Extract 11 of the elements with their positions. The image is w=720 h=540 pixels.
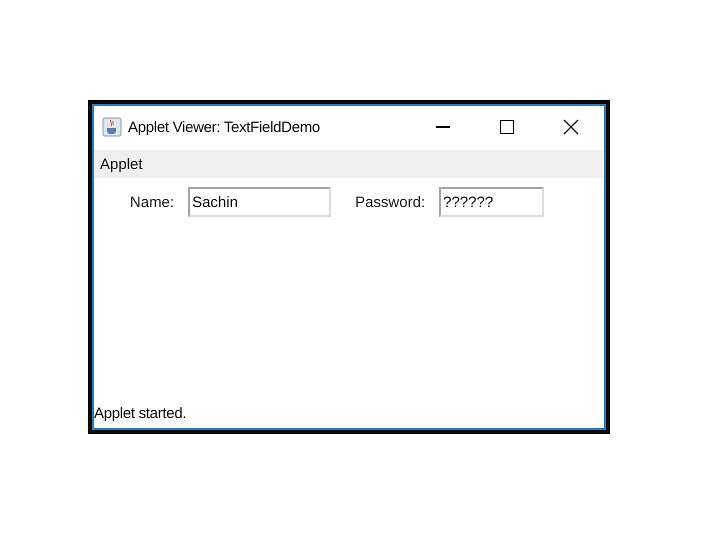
status-text: Applet started.: [93, 405, 188, 424]
text-field[interactable]: Sachin: [188, 187, 332, 217]
window-title: Applet Viewer: TextFieldDemo: [128, 118, 321, 136]
menu-item[interactable]: Applet: [100, 156, 143, 172]
close-icon: [563, 119, 579, 135]
text-field[interactable]: ??????: [439, 187, 544, 217]
minimize-icon: [436, 126, 450, 128]
field-label: Password:: [355, 194, 426, 210]
java-cup-icon: [102, 117, 122, 137]
maximize-icon: [500, 120, 514, 134]
field-label: Name:: [130, 194, 174, 210]
